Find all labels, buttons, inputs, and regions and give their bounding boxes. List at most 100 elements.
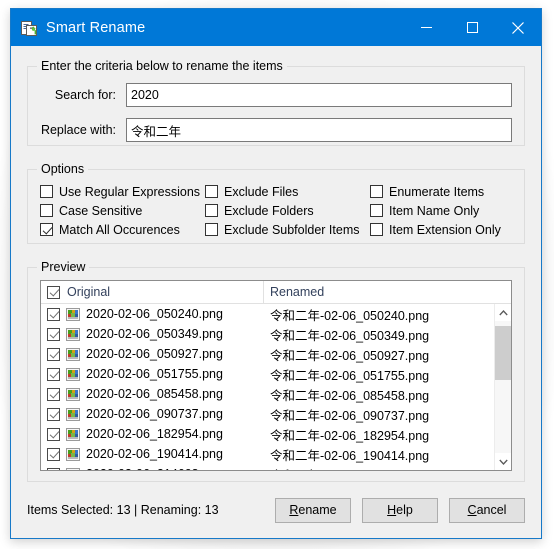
scrollbar-track[interactable] (495, 321, 511, 453)
listview-rows: 2020-02-06_050240.png 令和二年-02-06_050240.p… (41, 304, 494, 470)
renamed-filename: 令和二年-02-06_090737.png (270, 408, 430, 423)
column-header-original[interactable]: Original (41, 281, 264, 303)
search-for-input[interactable] (126, 83, 512, 107)
scrollbar-thumb[interactable] (495, 326, 511, 381)
original-filename: 2020-02-06_190414.png (86, 447, 223, 461)
image-file-icon (66, 427, 86, 441)
renamed-filename: 令和二年-02-06_214608.png (270, 469, 429, 471)
table-row[interactable]: 2020-02-06_051755.png 令和二年-02-06_051755.p… (41, 364, 494, 384)
cell-original: 2020-02-06_085458.png (41, 387, 264, 401)
original-filename: 2020-02-06_050927.png (86, 347, 223, 361)
replace-with-label: Replace with: (40, 123, 116, 137)
original-filename: 2020-02-06_214608.png (86, 467, 223, 470)
row-checkbox[interactable] (47, 447, 60, 461)
option-item-name-only[interactable]: Item Name Only (370, 201, 524, 220)
option-item-extension-only[interactable]: Item Extension Only (370, 220, 524, 239)
row-checkbox[interactable] (47, 407, 60, 421)
cell-original: 2020-02-06_050927.png (41, 347, 264, 361)
row-checkbox[interactable] (47, 307, 60, 321)
scroll-up-arrow-icon[interactable] (495, 304, 511, 321)
options-grid: Use Regular Expressions Exclude Files Enum… (40, 182, 524, 239)
renamed-filename: 令和二年-02-06_190414.png (270, 448, 430, 463)
options-group-legend: Options (37, 162, 89, 176)
original-filename: 2020-02-06_085458.png (86, 387, 223, 401)
original-filename: 2020-02-06_050240.png (86, 307, 223, 321)
cancel-button[interactable]: Cancel (449, 497, 525, 523)
renamed-filename: 令和二年-02-06_050240.png (270, 308, 430, 323)
option-case-sensitive-label: Case Sensitive (59, 203, 143, 218)
option-match-all-occurences-label: Match All Occurences (59, 222, 180, 237)
close-button[interactable] (495, 9, 541, 46)
footer-button-group: Rename Help Cancel (264, 497, 525, 523)
option-exclude-folders[interactable]: Exclude Folders (205, 201, 370, 220)
status-text: Items Selected: 13 | Renaming: 13 (27, 503, 219, 517)
option-exclude-subfolder-items-checkbox[interactable] (205, 223, 218, 236)
option-use-regular-expressions[interactable]: Use Regular Expressions (40, 182, 205, 201)
maximize-button[interactable] (449, 9, 495, 46)
option-use-regular-expressions-checkbox[interactable] (40, 185, 53, 198)
image-file-icon (66, 387, 86, 401)
table-row[interactable]: 2020-02-06_190414.png 令和二年-02-06_190414.p… (41, 444, 494, 464)
cell-original: 2020-02-06_190414.png (41, 447, 264, 461)
option-exclude-folders-label: Exclude Folders (224, 203, 314, 218)
select-all-checkbox[interactable] (47, 285, 60, 299)
preview-listview[interactable]: Original Renamed 2020-02-06_050240.png 令和… (40, 280, 512, 471)
table-row[interactable]: 2020-02-06_050349.png 令和二年-02-06_050349.p… (41, 324, 494, 344)
option-exclude-files-checkbox[interactable] (205, 185, 218, 198)
row-checkbox[interactable] (47, 367, 60, 381)
help-button[interactable]: Help (362, 497, 438, 523)
column-header-renamed[interactable]: Renamed (264, 281, 511, 303)
image-file-icon (66, 307, 86, 321)
minimize-button[interactable] (403, 9, 449, 46)
image-file-icon (66, 327, 86, 341)
option-case-sensitive[interactable]: Case Sensitive (40, 201, 205, 220)
scroll-down-arrow-icon[interactable] (495, 453, 511, 470)
listview-scrollbar[interactable] (494, 304, 511, 470)
original-filename: 2020-02-06_051755.png (86, 367, 223, 381)
renamed-filename: 令和二年-02-06_085458.png (270, 388, 430, 403)
cell-renamed: 令和二年-02-06_214608.png (264, 465, 494, 471)
row-checkbox[interactable] (47, 467, 60, 470)
table-row[interactable]: 2020-02-06_085458.png 令和二年-02-06_085458.p… (41, 384, 494, 404)
option-enumerate-items-checkbox[interactable] (370, 185, 383, 198)
rename-button-label: Rename (289, 503, 337, 517)
replace-with-input[interactable] (126, 118, 512, 142)
option-case-sensitive-checkbox[interactable] (40, 204, 53, 217)
option-match-all-occurences-checkbox[interactable] (40, 223, 53, 236)
option-exclude-files[interactable]: Exclude Files (205, 182, 370, 201)
cell-renamed: 令和二年-02-06_050240.png (264, 305, 494, 324)
row-checkbox[interactable] (47, 387, 60, 401)
option-use-regular-expressions-label: Use Regular Expressions (59, 184, 201, 199)
dialog-footer: Items Selected: 13 | Renaming: 13 Rename… (11, 482, 541, 538)
column-header-renamed-label: Renamed (270, 285, 325, 299)
table-row[interactable]: 2020-02-06_090737.png 令和二年-02-06_090737.p… (41, 404, 494, 424)
renamed-filename: 令和二年-02-06_051755.png (270, 368, 430, 383)
cell-original: 2020-02-06_050349.png (41, 327, 264, 341)
option-exclude-folders-checkbox[interactable] (205, 204, 218, 217)
table-row[interactable]: 2020-02-06_214608.png 令和二年-02-06_214608.p… (41, 464, 494, 470)
title-bar[interactable]: Smart Rename (11, 9, 541, 46)
search-for-row: Search for: (40, 83, 512, 107)
option-match-all-occurences[interactable]: Match All Occurences (40, 220, 205, 239)
row-checkbox[interactable] (47, 427, 60, 441)
image-file-icon (66, 407, 86, 421)
option-exclude-subfolder-items[interactable]: Exclude Subfolder Items (205, 220, 370, 239)
cell-original: 2020-02-06_050240.png (41, 307, 264, 321)
row-checkbox[interactable] (47, 327, 60, 341)
row-checkbox[interactable] (47, 347, 60, 361)
table-row[interactable]: 2020-02-06_182954.png 令和二年-02-06_182954.p… (41, 424, 494, 444)
renamed-filename: 令和二年-02-06_182954.png (270, 428, 430, 443)
cell-renamed: 令和二年-02-06_050927.png (264, 345, 494, 364)
preview-group: Preview Original Renamed 2020-02-06_0502… (27, 260, 525, 482)
option-enumerate-items[interactable]: Enumerate Items (370, 182, 524, 201)
rename-button[interactable]: Rename (275, 497, 351, 523)
option-item-extension-only-checkbox[interactable] (370, 223, 383, 236)
image-file-icon (66, 347, 86, 361)
table-row[interactable]: 2020-02-06_050240.png 令和二年-02-06_050240.p… (41, 304, 494, 324)
option-exclude-files-label: Exclude Files (224, 184, 299, 199)
cell-renamed: 令和二年-02-06_050349.png (264, 325, 494, 344)
table-row[interactable]: 2020-02-06_050927.png 令和二年-02-06_050927.p… (41, 344, 494, 364)
cell-original: 2020-02-06_182954.png (41, 427, 264, 441)
option-item-name-only-checkbox[interactable] (370, 204, 383, 217)
window-title: Smart Rename (46, 19, 146, 36)
